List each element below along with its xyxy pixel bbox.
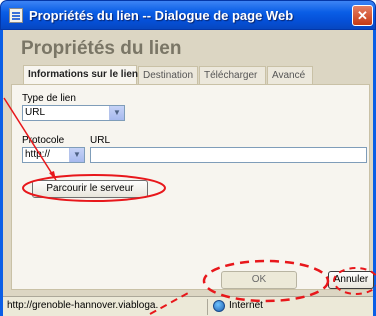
annotation-circle-cancel (333, 267, 376, 295)
annotation-circle-browse (22, 174, 166, 202)
annotation-circle-ok (202, 259, 330, 303)
annotation-arrow-line (3, 97, 57, 181)
annotation-dashed-line (149, 291, 191, 315)
annotation-overlay (3, 97, 376, 315)
